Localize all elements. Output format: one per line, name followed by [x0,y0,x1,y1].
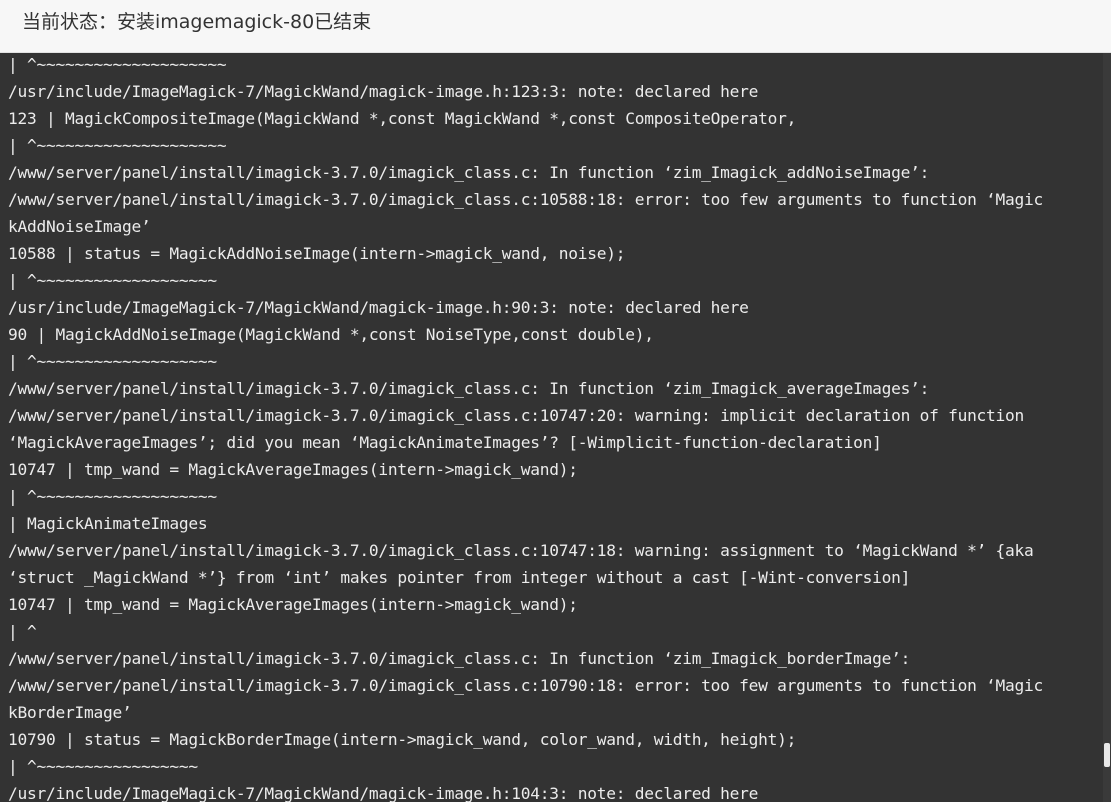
vertical-scrollbar[interactable] [1103,53,1111,802]
log-line: /www/server/panel/install/imagick-3.7.0/… [8,379,930,398]
log-line: ‘MagickAverageImages’; did you mean ‘Mag… [8,433,882,452]
status-bar: 当前状态：安装imagemagick-80已结束 [0,0,1111,53]
log-line: ‘struct _MagickWand *’} from ‘int’ makes… [8,568,911,587]
log-line: | ^~~~~~~~~~~~~~~~~~ [8,757,198,776]
log-line: /www/server/panel/install/imagick-3.7.0/… [8,163,930,182]
log-line: 10790 | status = MagickBorderImage(inter… [8,730,797,749]
log-line: | ^~~~~~~~~~~~~~~~~~~~ [8,352,217,371]
log-line: /usr/include/ImageMagick-7/MagickWand/ma… [8,82,759,101]
log-line: /www/server/panel/install/imagick-3.7.0/… [8,406,1025,425]
log-line: /www/server/panel/install/imagick-3.7.0/… [8,676,1044,695]
log-line: | ^~~~~~~~~~~~~~~~~~~~ [8,487,217,506]
log-line: 10747 | tmp_wand = MagickAverageImages(i… [8,460,578,479]
scrollbar-thumb[interactable] [1104,743,1110,767]
log-line: /www/server/panel/install/imagick-3.7.0/… [8,190,1044,209]
status-title: 当前状态：安装imagemagick-80已结束 [22,11,372,33]
install-log-window: 当前状态：安装imagemagick-80已结束 | ^~~~~~~~~~~~~… [0,0,1111,802]
log-line: | ^~~~~~~~~~~~~~~~~~~~~ [8,136,227,155]
log-line: | MagickAnimateImages [8,514,208,533]
log-line: kAddNoiseImage’ [8,217,151,236]
log-line: /usr/include/ImageMagick-7/MagickWand/ma… [8,784,759,802]
log-line: /usr/include/ImageMagick-7/MagickWand/ma… [8,298,749,317]
log-lines: | ^~~~~~~~~~~~~~~~~~~~~ /usr/include/Imag… [8,53,1043,802]
log-line: | ^~~~~~~~~~~~~~~~~~~~ [8,271,217,290]
log-line: /www/server/panel/install/imagick-3.7.0/… [8,541,1034,560]
log-line: | ^ [8,622,37,641]
log-line: 90 | MagickAddNoiseImage(MagickWand *,co… [8,325,654,344]
log-line: | ^~~~~~~~~~~~~~~~~~~~~ [8,55,227,74]
log-line: 123 | MagickCompositeImage(MagickWand *,… [8,109,797,128]
log-output[interactable]: | ^~~~~~~~~~~~~~~~~~~~~ /usr/include/Imag… [0,53,1105,802]
log-line: kBorderImage’ [8,703,132,722]
log-line: 10588 | status = MagickAddNoiseImage(int… [8,244,626,263]
log-line: /www/server/panel/install/imagick-3.7.0/… [8,649,911,668]
log-line: 10747 | tmp_wand = MagickAverageImages(i… [8,595,578,614]
